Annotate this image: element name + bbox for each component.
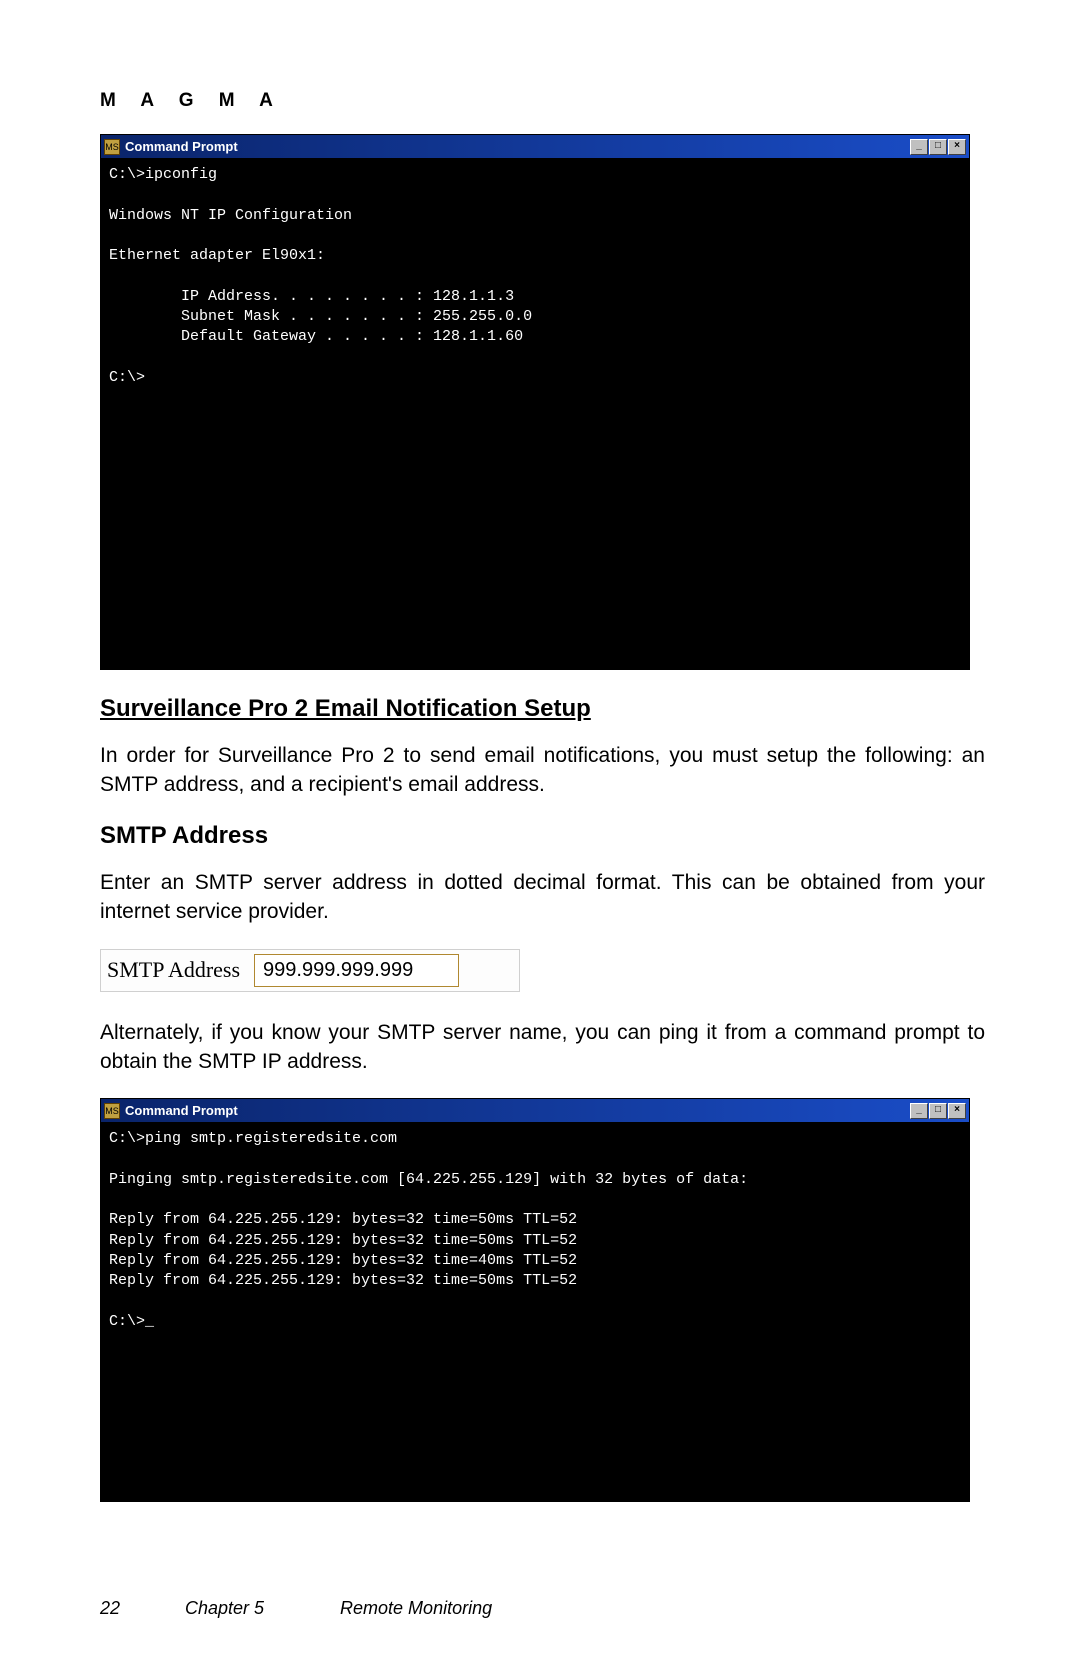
minimize-button[interactable]: _ xyxy=(910,139,928,155)
terminal-output: C:\>ipconfig Windows NT IP Configuration… xyxy=(101,159,969,669)
paragraph: Enter an SMTP server address in dotted d… xyxy=(100,868,985,927)
maximize-button[interactable]: □ xyxy=(929,139,947,155)
smtp-input[interactable] xyxy=(254,954,459,987)
chapter-label: Chapter 5 xyxy=(185,1598,335,1619)
paragraph: In order for Surveillance Pro 2 to send … xyxy=(100,741,985,800)
chapter-title: Remote Monitoring xyxy=(340,1598,492,1618)
sub-heading-smtp: SMTP Address xyxy=(100,822,985,850)
smtp-label: SMTP Address xyxy=(107,957,240,983)
smtp-address-field: SMTP Address xyxy=(100,949,520,992)
section-heading-email-setup: Surveillance Pro 2 Email Notification Se… xyxy=(100,695,985,723)
page-footer: 22 Chapter 5 Remote Monitoring xyxy=(100,1598,492,1619)
close-button[interactable]: × xyxy=(948,1103,966,1119)
brand-header: M A G M A xyxy=(100,90,985,112)
window-title: Command Prompt xyxy=(125,1103,238,1118)
msdos-icon: MS xyxy=(104,1103,120,1119)
command-prompt-window-ipconfig: MS Command Prompt _ □ × C:\>ipconfig Win… xyxy=(100,134,970,670)
command-prompt-window-ping: MS Command Prompt _ □ × C:\>ping smtp.re… xyxy=(100,1098,970,1502)
titlebar: MS Command Prompt _ □ × xyxy=(101,1099,969,1123)
paragraph: Alternately, if you know your SMTP serve… xyxy=(100,1018,985,1077)
titlebar: MS Command Prompt _ □ × xyxy=(101,135,969,159)
terminal-output: C:\>ping smtp.registeredsite.com Pinging… xyxy=(101,1123,969,1501)
titlebar-left: MS Command Prompt xyxy=(104,1103,238,1119)
page-number: 22 xyxy=(100,1598,180,1619)
window-buttons: _ □ × xyxy=(910,1103,966,1119)
window-title: Command Prompt xyxy=(125,139,238,154)
close-button[interactable]: × xyxy=(948,139,966,155)
minimize-button[interactable]: _ xyxy=(910,1103,928,1119)
window-buttons: _ □ × xyxy=(910,139,966,155)
maximize-button[interactable]: □ xyxy=(929,1103,947,1119)
titlebar-left: MS Command Prompt xyxy=(104,139,238,155)
msdos-icon: MS xyxy=(104,139,120,155)
